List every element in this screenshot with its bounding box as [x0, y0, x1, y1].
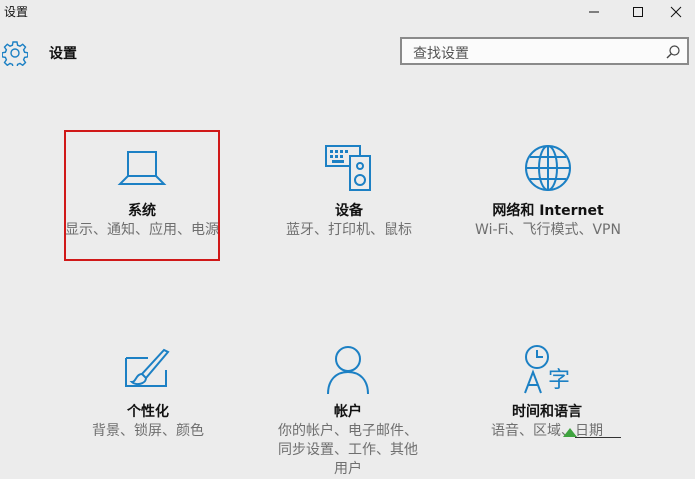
tile-description: 你的帐户、电子邮件、同步设置、工作、其他用户 — [278, 423, 418, 477]
search-placeholder: 查找设置 — [413, 46, 469, 62]
tile-label: 帐户 — [334, 404, 362, 420]
search-icon[interactable] — [665, 44, 681, 60]
minimize-icon — [589, 11, 599, 13]
annotation-underline — [575, 437, 621, 438]
tile-description: 语音、区域、日期 — [491, 423, 603, 439]
tile-time-language[interactable]: 字 时间和语言 语音、区域、日期 — [461, 344, 633, 441]
svg-text:字: 字 — [548, 368, 570, 393]
cursor-marker — [563, 428, 577, 437]
close-icon — [670, 6, 682, 18]
tile-description: Wi-Fi、飞行模式、VPN — [475, 222, 621, 238]
title-bar: 设置 — [0, 0, 695, 26]
selection-highlight-box — [64, 130, 220, 261]
page-title: 设置 — [49, 46, 77, 62]
maximize-icon — [633, 7, 643, 17]
tile-personalization[interactable]: 个性化 背景、锁屏、颜色 — [62, 344, 234, 441]
devices-icon — [325, 145, 371, 191]
tile-description: 背景、锁屏、颜色 — [92, 423, 204, 439]
minimize-button[interactable] — [572, 0, 616, 24]
search-input[interactable]: 查找设置 — [400, 37, 689, 65]
tile-label: 个性化 — [127, 404, 169, 420]
time-language-icon: 字 — [524, 345, 570, 394]
close-button[interactable] — [654, 0, 695, 24]
tile-label: 时间和语言 — [512, 404, 582, 420]
tile-devices[interactable]: 设备 蓝牙、打印机、鼠标 — [263, 142, 435, 240]
paint-icon — [125, 348, 170, 387]
window-title: 设置 — [4, 5, 29, 19]
tile-label: 设备 — [335, 203, 363, 219]
tile-label: 网络和 Internet — [492, 203, 604, 219]
tile-accounts[interactable]: 帐户 你的帐户、电子邮件、同步设置、工作、其他用户 — [262, 344, 434, 479]
person-icon — [327, 346, 369, 395]
gear-icon — [2, 41, 28, 66]
tile-network[interactable]: 网络和 Internet Wi-Fi、飞行模式、VPN — [462, 142, 634, 240]
tile-description: 蓝牙、打印机、鼠标 — [286, 222, 412, 238]
globe-icon — [525, 145, 571, 191]
